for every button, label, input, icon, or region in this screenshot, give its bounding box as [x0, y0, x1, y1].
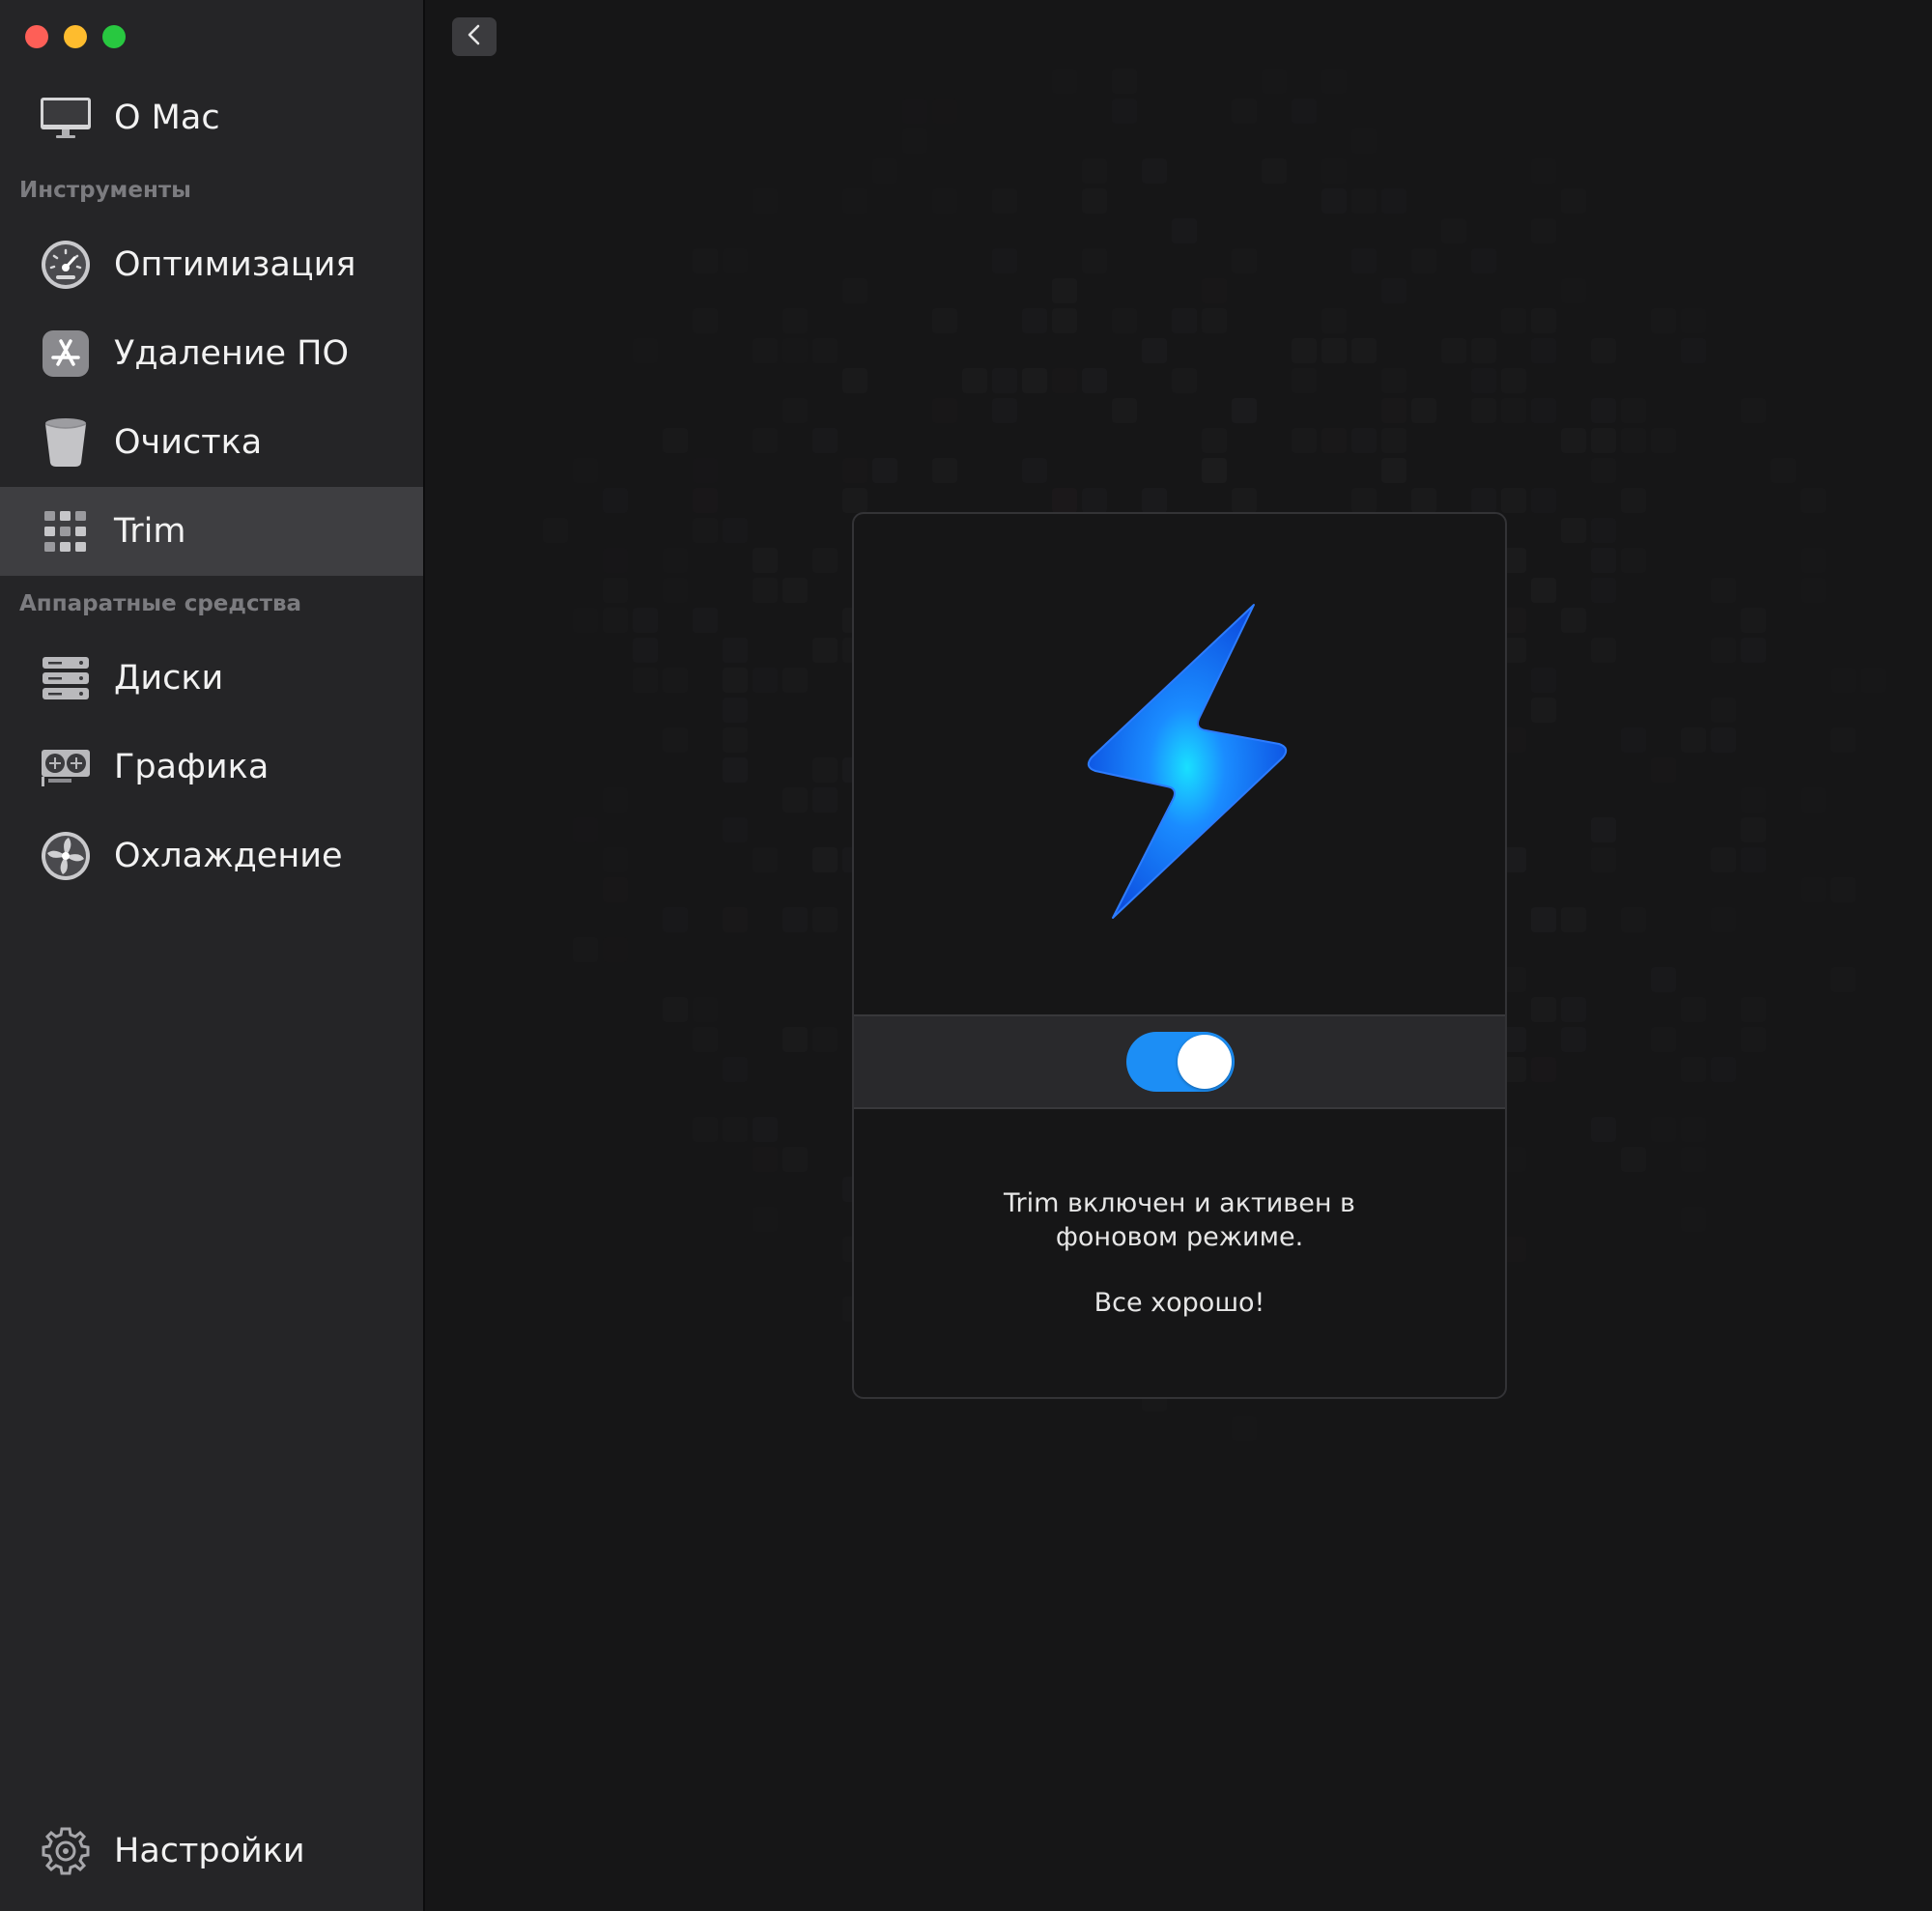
main-content: Trim включен и активен в фоновом режиме.…	[425, 0, 1932, 1911]
sidebar-item-settings[interactable]: Настройки	[0, 1807, 423, 1896]
sidebar-item-label: Диски	[114, 659, 224, 698]
sidebar: О Mac Инструменты Оптимизация Удаление П…	[0, 0, 425, 1911]
section-header-tools: Инструменты	[19, 178, 191, 203]
window-controls	[25, 25, 126, 48]
gauge-icon	[39, 238, 93, 292]
app-window: О Mac Инструменты Оптимизация Удаление П…	[0, 0, 1932, 1911]
sidebar-item-cooling[interactable]: Охлаждение	[0, 812, 423, 900]
minimize-window-button[interactable]	[64, 25, 87, 48]
grid-icon	[39, 504, 93, 558]
lightning-bolt-icon	[1087, 604, 1288, 919]
status-message: Trim включен и активен в фоновом режиме.…	[854, 1186, 1505, 1320]
back-button[interactable]	[452, 17, 497, 56]
gear-icon	[39, 1824, 93, 1878]
imac-icon	[39, 91, 93, 145]
ok-text: Все хорошо!	[1094, 1288, 1265, 1318]
status-text-line-1: Trim включен и активен в	[1004, 1188, 1355, 1218]
sidebar-item-label: О Mac	[114, 99, 220, 137]
sidebar-item-disks[interactable]: Диски	[0, 634, 423, 723]
sidebar-item-graphics[interactable]: Графика	[0, 723, 423, 812]
sidebar-item-label: Оптимизация	[114, 245, 356, 284]
sidebar-item-uninstall[interactable]: Удаление ПО	[0, 309, 423, 398]
sidebar-item-cleanup[interactable]: Очистка	[0, 398, 423, 487]
app-store-icon	[39, 327, 93, 381]
disks-icon	[39, 651, 93, 705]
sidebar-item-label: Очистка	[114, 423, 263, 462]
toggle-knob	[1178, 1035, 1232, 1089]
trim-status-card: Trim включен и активен в фоновом режиме.…	[852, 512, 1507, 1399]
section-header-hardware: Аппаратные средства	[19, 591, 302, 616]
close-window-button[interactable]	[25, 25, 48, 48]
sidebar-item-trim[interactable]: Trim	[0, 487, 423, 576]
sidebar-item-optimization[interactable]: Оптимизация	[0, 220, 423, 309]
sidebar-item-label: Trim	[114, 512, 186, 551]
sidebar-item-label: Охлаждение	[114, 837, 343, 875]
sidebar-item-label: Удаление ПО	[114, 334, 350, 373]
chevron-left-icon	[465, 23, 484, 50]
card-hero	[854, 514, 1505, 1014]
zoom-window-button[interactable]	[102, 25, 126, 48]
sidebar-item-label: Графика	[114, 748, 270, 786]
graphics-card-icon	[39, 740, 93, 794]
toggle-band	[854, 1014, 1505, 1109]
status-text-line-2: фоновом режиме.	[1055, 1222, 1304, 1252]
fan-icon	[39, 829, 93, 883]
sidebar-item-about-mac[interactable]: О Mac	[0, 73, 423, 162]
trash-bin-icon	[39, 415, 93, 470]
trim-toggle[interactable]	[1126, 1032, 1235, 1092]
sidebar-item-label: Настройки	[114, 1832, 305, 1870]
